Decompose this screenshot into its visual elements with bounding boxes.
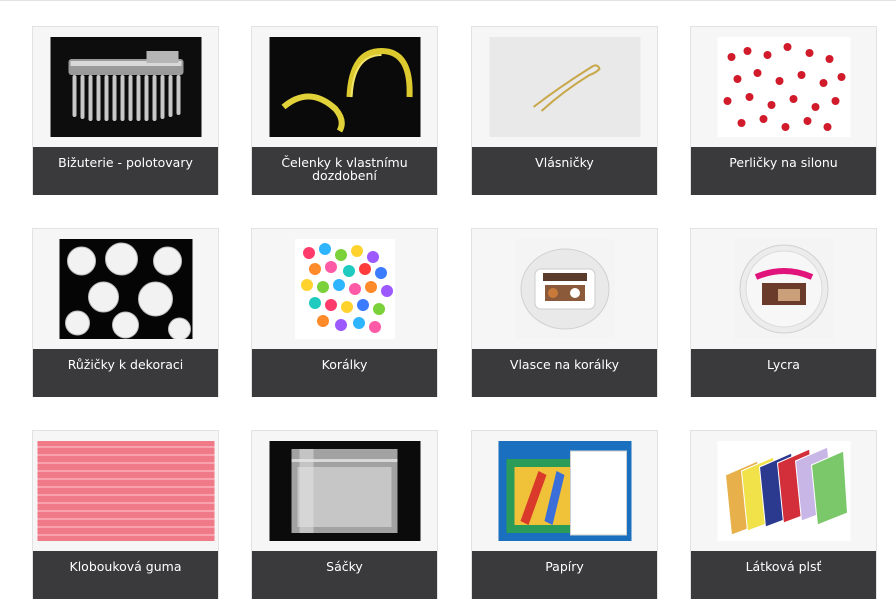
fishing-line-spool-icon xyxy=(514,239,615,339)
pearl-strand-icon xyxy=(717,37,850,137)
category-card-lycra[interactable]: Lycra xyxy=(690,228,877,397)
category-caption: Bižuterie - polotovary xyxy=(33,147,218,195)
category-card-koralky[interactable]: Korálky xyxy=(251,228,438,397)
category-card-vlasnicky[interactable]: Vlásničky xyxy=(471,26,658,195)
category-label: Lycra xyxy=(767,357,800,372)
category-caption: Vlasce na korálky xyxy=(472,349,657,397)
category-grid: Bižuterie - polotovary Čelenky k vlastní… xyxy=(0,0,896,599)
category-label: Čelenky k vlastnímu dozdobení xyxy=(281,155,408,183)
category-card-perlicky[interactable]: Perličky na silonu xyxy=(690,26,877,195)
category-caption: Čelenky k vlastnímu dozdobení xyxy=(252,147,437,195)
category-caption: Korálky xyxy=(252,349,437,397)
beads-icon xyxy=(294,239,395,339)
category-card-papiry[interactable]: Papíry xyxy=(471,430,658,599)
zip-bag-icon xyxy=(269,441,420,541)
category-caption: Růžičky k dekoraci xyxy=(33,349,218,397)
category-card-bizuterie[interactable]: Bižuterie - polotovary xyxy=(32,26,219,195)
category-card-platova-plst[interactable]: Látková plsť xyxy=(690,430,877,599)
category-label: Korálky xyxy=(321,357,368,372)
hairpin-icon xyxy=(489,37,640,137)
category-label: Vlásničky xyxy=(535,155,594,170)
paper-pack-icon xyxy=(498,441,631,541)
category-label: Perličky na silonu xyxy=(729,155,838,170)
category-caption: Vlásničky xyxy=(472,147,657,195)
category-label: Papíry xyxy=(545,559,584,574)
category-label: Sáčky xyxy=(326,559,363,574)
felt-sheets-icon xyxy=(717,441,850,541)
category-label: Látková plsť xyxy=(745,559,822,574)
category-label: Klobouková guma xyxy=(69,559,182,574)
category-caption: Papíry xyxy=(472,551,657,599)
category-caption: Perličky na silonu xyxy=(691,147,876,195)
category-caption: Klobouková guma xyxy=(33,551,218,599)
category-card-sacky[interactable]: Sáčky xyxy=(251,430,438,599)
elastic-spool-icon xyxy=(733,239,834,339)
category-card-celenky[interactable]: Čelenky k vlastnímu dozdobení xyxy=(251,26,438,195)
category-card-vlasce[interactable]: Vlasce na korálky xyxy=(471,228,658,397)
category-card-ruzicky[interactable]: Růžičky k dekoraci xyxy=(32,228,219,397)
hair-comb-icon xyxy=(50,37,201,137)
rose-icon xyxy=(59,239,192,339)
headband-icon xyxy=(269,37,420,137)
elastic-cord-icon xyxy=(37,441,214,541)
category-caption: Lycra xyxy=(691,349,876,397)
category-label: Růžičky k dekoraci xyxy=(67,357,184,372)
category-card-klobouk[interactable]: Klobouková guma xyxy=(32,430,219,599)
category-caption: Látková plsť xyxy=(691,551,876,599)
category-caption: Sáčky xyxy=(252,551,437,599)
category-label: Vlasce na korálky xyxy=(509,357,620,372)
category-label: Bižuterie - polotovary xyxy=(58,155,193,170)
